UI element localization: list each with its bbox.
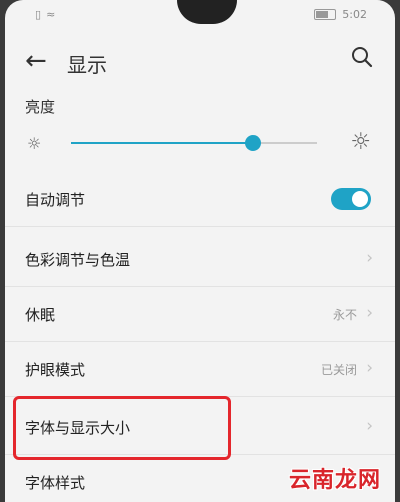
sleep-row[interactable]: 休眠 永不 › — [5, 287, 395, 342]
watermark: 云南龙网 — [288, 468, 381, 493]
brightness-slider-fill — [71, 142, 254, 144]
wifi-icon: ≈ — [46, 8, 56, 21]
sleep-value: 永不 — [332, 308, 357, 322]
chevron-right-icon: › — [366, 416, 373, 436]
brightness-label: 亮度 — [25, 98, 56, 116]
eye-comfort-label: 护眼模式 — [25, 361, 86, 379]
brightness-slider-row: ☼ ☼ — [5, 128, 395, 158]
sun-large-icon: ☼ — [350, 129, 371, 155]
status-bar: ▯ ≈ 5:02 — [5, 8, 395, 24]
brightness-slider[interactable] — [71, 135, 317, 151]
sim-icon: ▯ — [35, 8, 42, 21]
toggle-knob — [352, 191, 368, 207]
status-time: 5:02 — [342, 8, 367, 21]
auto-adjust-row[interactable]: 自动调节 — [5, 172, 395, 227]
chevron-right-icon: › — [366, 358, 373, 378]
search-icon[interactable] — [351, 46, 373, 72]
app-header: ← 显示 — [5, 40, 395, 84]
chevron-right-icon: › — [366, 248, 373, 268]
font-style-label: 字体样式 — [25, 474, 86, 492]
highlight-box — [13, 396, 231, 460]
battery-icon — [314, 9, 337, 20]
eye-comfort-value: 已关闭 — [320, 363, 357, 377]
color-temperature-row[interactable]: 色彩调节与色温 › — [5, 232, 395, 287]
auto-adjust-label: 自动调节 — [25, 191, 86, 209]
arrow-left-icon[interactable]: ← — [25, 46, 47, 76]
sun-small-icon: ☼ — [27, 134, 42, 153]
chevron-right-icon: › — [366, 303, 373, 323]
sleep-label: 休眠 — [25, 306, 56, 324]
brightness-slider-thumb[interactable] — [245, 135, 262, 151]
phone-screen: ▯ ≈ 5:02 ← 显示 亮度 ☼ ☼ 自动调节 色彩调节与色温 › 休眠 永… — [5, 0, 395, 502]
color-temperature-label: 色彩调节与色温 — [25, 251, 131, 269]
eye-comfort-row[interactable]: 护眼模式 已关闭 › — [5, 342, 395, 397]
page-title: 显示 — [67, 53, 107, 77]
auto-adjust-toggle[interactable] — [331, 188, 371, 210]
